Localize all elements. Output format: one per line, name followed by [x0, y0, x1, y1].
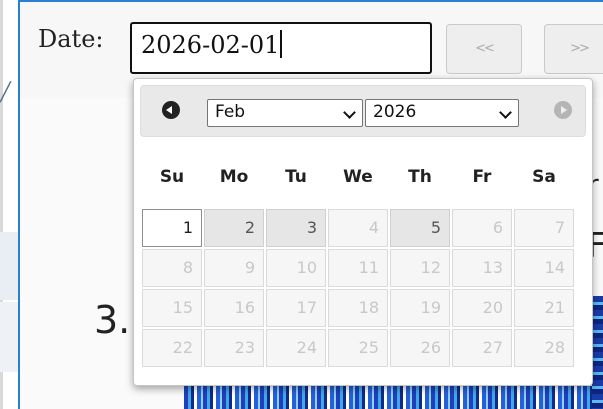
calendar-day-cell: 13 — [452, 249, 512, 287]
month-select-value: Feb — [215, 102, 246, 122]
side-panel-block — [0, 302, 18, 372]
calendar-day-cell[interactable]: 5 — [390, 209, 450, 247]
calendar-day-cell: 23 — [204, 329, 264, 367]
weekday-header: Th — [408, 167, 432, 187]
previous-date-button[interactable]: << — [446, 24, 522, 74]
calendar-day-cell: 11 — [328, 249, 388, 287]
datepicker-header: Feb 2026 — [140, 85, 586, 137]
calendar-day-cell: 24 — [266, 329, 326, 367]
heatmap-image — [184, 386, 603, 409]
weekday-header: We — [343, 167, 373, 187]
year-select[interactable]: 2026 — [365, 99, 519, 127]
calendar-day-cell: 27 — [452, 329, 512, 367]
heatmap-image — [592, 296, 603, 409]
calendar-day-cell: 20 — [452, 289, 512, 327]
calendar-day-cell: 15 — [142, 289, 202, 327]
year-select-value: 2026 — [373, 102, 417, 122]
calendar-day-cell: 17 — [266, 289, 326, 327]
next-month-icon — [554, 101, 572, 119]
datepicker-popup: Feb 2026 Su Mo Tu We Th Fr Sa 1234567891… — [133, 78, 593, 386]
side-panel-block — [0, 232, 18, 300]
calendar-day-cell: 9 — [204, 249, 264, 287]
text-caret — [280, 30, 283, 58]
weekday-header: Su — [159, 167, 185, 187]
calendar-day-cell: 21 — [514, 289, 574, 327]
calendar-day-cell: 14 — [514, 249, 574, 287]
calendar-day-cell: 16 — [204, 289, 264, 327]
chevron-down-icon — [343, 106, 356, 119]
weekday-header: Sa — [532, 167, 556, 187]
calendar-day-cell: 26 — [390, 329, 450, 367]
weekday-header: Mo — [219, 167, 249, 187]
calendar-day-cell: 18 — [328, 289, 388, 327]
prev-month-icon[interactable] — [162, 101, 180, 119]
weekday-header: Tu — [285, 167, 307, 187]
date-input[interactable]: 2026-02-01 — [130, 22, 432, 74]
calendar-day-cell: 7 — [514, 209, 574, 247]
next-date-button[interactable]: >> — [544, 24, 603, 74]
date-label: Date: — [38, 25, 104, 53]
chevron-down-icon — [499, 106, 512, 119]
calendar-day-cell: 25 — [328, 329, 388, 367]
month-select[interactable]: Feb — [207, 99, 363, 127]
date-input-value: 2026-02-01 — [141, 31, 280, 59]
weekday-header: Fr — [472, 167, 492, 187]
chevron-right-icon[interactable]: ╱ — [0, 82, 11, 103]
calendar-day-cell[interactable]: 2 — [204, 209, 264, 247]
calendar-day-cell[interactable]: 3 — [266, 209, 326, 247]
calendar-day-cell: 8 — [142, 249, 202, 287]
calendar-day-cell: 22 — [142, 329, 202, 367]
calendar-day-cell: 10 — [266, 249, 326, 287]
calendar-day-cell: 28 — [514, 329, 574, 367]
calendar-day-cell: 6 — [452, 209, 512, 247]
calendar-day-cell: 12 — [390, 249, 450, 287]
background-text: 3. — [94, 298, 131, 342]
calendar-day-cell: 19 — [390, 289, 450, 327]
calendar-day-cell[interactable]: 1 — [142, 209, 202, 247]
calendar-day-cell: 4 — [328, 209, 388, 247]
